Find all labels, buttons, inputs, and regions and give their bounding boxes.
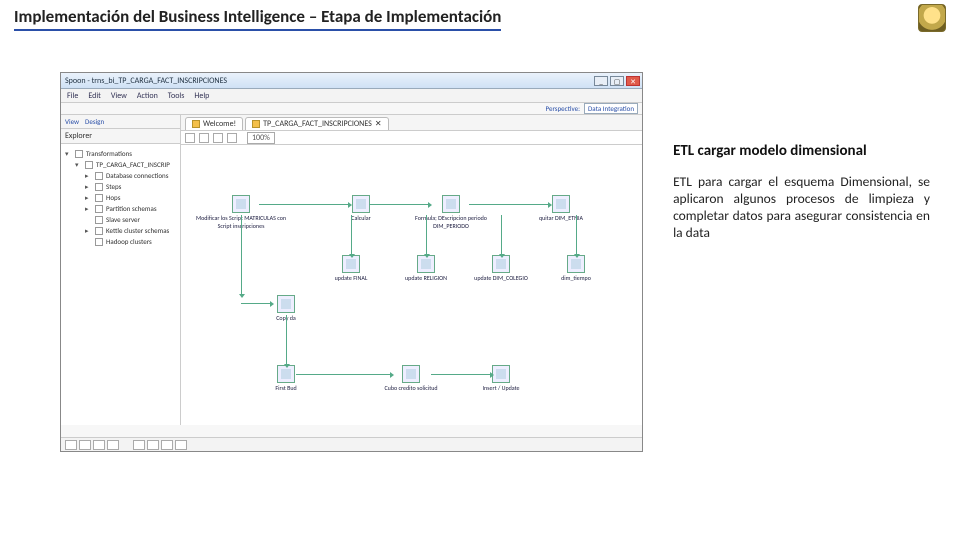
- close-icon[interactable]: ✕: [375, 119, 382, 129]
- menu-edit[interactable]: Edit: [88, 91, 101, 101]
- hop[interactable]: [241, 215, 242, 295]
- step-label: update RELIGION: [396, 274, 456, 282]
- tree-trans[interactable]: TP_CARGA_FACT_INSCRIP: [96, 160, 170, 169]
- tree-leaf[interactable]: Database connections: [106, 171, 168, 180]
- tree-leaf[interactable]: Partition schemas: [106, 204, 157, 213]
- statusbar-icon: [79, 440, 91, 450]
- hop[interactable]: [426, 215, 427, 255]
- menu-tools[interactable]: Tools: [168, 91, 185, 101]
- menu-help[interactable]: Help: [194, 91, 209, 101]
- statusbar-icon: [107, 440, 119, 450]
- explorer-tree: ▾Transformations ▾TP_CARGA_FACT_INSCRIP …: [61, 144, 180, 425]
- step-label: Calcular: [331, 214, 391, 222]
- menu-action[interactable]: Action: [137, 91, 158, 101]
- statusbar-icon: [93, 440, 105, 450]
- step-label: Formula; DEscripcion periodo DIM_PERIODO: [406, 214, 496, 230]
- canvas-pane: Welcome! TP_CARGA_FACT_INSCRIPCIONES✕ 10…: [181, 115, 642, 425]
- perspective-label: Perspective:: [545, 104, 580, 113]
- pause-icon[interactable]: [199, 133, 209, 143]
- zoom-select[interactable]: 100%: [247, 132, 275, 144]
- step-label: quitar DIM_ETNIA: [531, 214, 591, 222]
- side-heading: ETL cargar modelo dimensional: [673, 142, 930, 160]
- maximize-button[interactable]: ▢: [610, 76, 624, 86]
- tab-welcome[interactable]: Welcome!: [185, 117, 243, 130]
- perspective-bar: Perspective: Data Integration: [61, 103, 642, 115]
- document-icon: [252, 120, 260, 128]
- stop-icon[interactable]: [213, 133, 223, 143]
- tree-leaf[interactable]: Steps: [106, 182, 121, 191]
- hop[interactable]: [259, 204, 349, 205]
- step-icon[interactable]: [402, 365, 420, 383]
- step-label: Cubo credito solicitud: [371, 384, 451, 392]
- tree-leaf[interactable]: Hadoop clusters: [106, 237, 152, 246]
- hop[interactable]: [469, 204, 549, 205]
- step-label: update DIM_COLEGIO: [471, 274, 531, 282]
- close-button[interactable]: ✕: [626, 76, 640, 86]
- menu-file[interactable]: File: [67, 91, 78, 101]
- hop[interactable]: [501, 215, 502, 255]
- statusbar-icon: [175, 440, 187, 450]
- step-label: Insert / Update: [471, 384, 531, 392]
- statusbar-icon: [161, 440, 173, 450]
- step-label: update FINAL: [321, 274, 381, 282]
- step-icon[interactable]: [232, 195, 250, 213]
- tab-design[interactable]: Design: [85, 117, 104, 126]
- explorer-label: Explorer: [61, 129, 180, 144]
- window-title: Spoon - trns_bi_TP_CARGA_FACT_INSCRIPCIO…: [65, 76, 227, 86]
- side-body: ETL para cargar el esquema Dimensional, …: [673, 174, 930, 242]
- statusbar-icon: [65, 440, 77, 450]
- hop[interactable]: [296, 374, 391, 375]
- status-bar: [61, 437, 642, 451]
- perspective-data-integration[interactable]: Data Integration: [584, 103, 638, 114]
- step-icon[interactable]: [442, 195, 460, 213]
- window-titlebar: Spoon - trns_bi_TP_CARGA_FACT_INSCRIPCIO…: [61, 73, 642, 89]
- statusbar-icon: [147, 440, 159, 450]
- hop[interactable]: [286, 315, 287, 365]
- statusbar-icon: [133, 440, 145, 450]
- hop[interactable]: [431, 374, 491, 375]
- hop[interactable]: [369, 204, 429, 205]
- institution-logo: [918, 4, 946, 32]
- etl-screenshot: Spoon - trns_bi_TP_CARGA_FACT_INSCRIPCIO…: [60, 72, 643, 452]
- tree-leaf[interactable]: Hops: [106, 193, 120, 202]
- etl-canvas[interactable]: Modificar los Script MATRICULAS con Scri…: [181, 145, 642, 425]
- menu-view[interactable]: View: [111, 91, 127, 101]
- step-icon[interactable]: [492, 365, 510, 383]
- tab-view[interactable]: View: [65, 117, 79, 126]
- minimize-button[interactable]: _: [594, 76, 608, 86]
- hop[interactable]: [351, 215, 352, 255]
- hop[interactable]: [576, 215, 577, 255]
- step-icon[interactable]: [277, 295, 295, 313]
- menu-bar: File Edit View Action Tools Help: [61, 89, 642, 103]
- document-icon: [192, 120, 200, 128]
- tab-transformation[interactable]: TP_CARGA_FACT_INSCRIPCIONES✕: [245, 117, 388, 130]
- tree-leaf[interactable]: Kettle cluster schemas: [106, 226, 169, 235]
- step-label: dim_tiempo: [546, 274, 606, 282]
- slide-title: Implementación del Business Intelligence…: [14, 6, 501, 31]
- tree-root[interactable]: Transformations: [86, 149, 132, 158]
- step-label: First Bud: [256, 384, 316, 392]
- tree-leaf[interactable]: Slave server: [106, 215, 140, 224]
- step-icon[interactable]: [352, 195, 370, 213]
- run-icon[interactable]: [185, 133, 195, 143]
- preview-icon[interactable]: [227, 133, 237, 143]
- canvas-toolbar: 100%: [181, 131, 642, 145]
- hop[interactable]: [241, 303, 271, 304]
- left-pane: View Design Explorer ▾Transformations ▾T…: [61, 115, 181, 425]
- step-icon[interactable]: [552, 195, 570, 213]
